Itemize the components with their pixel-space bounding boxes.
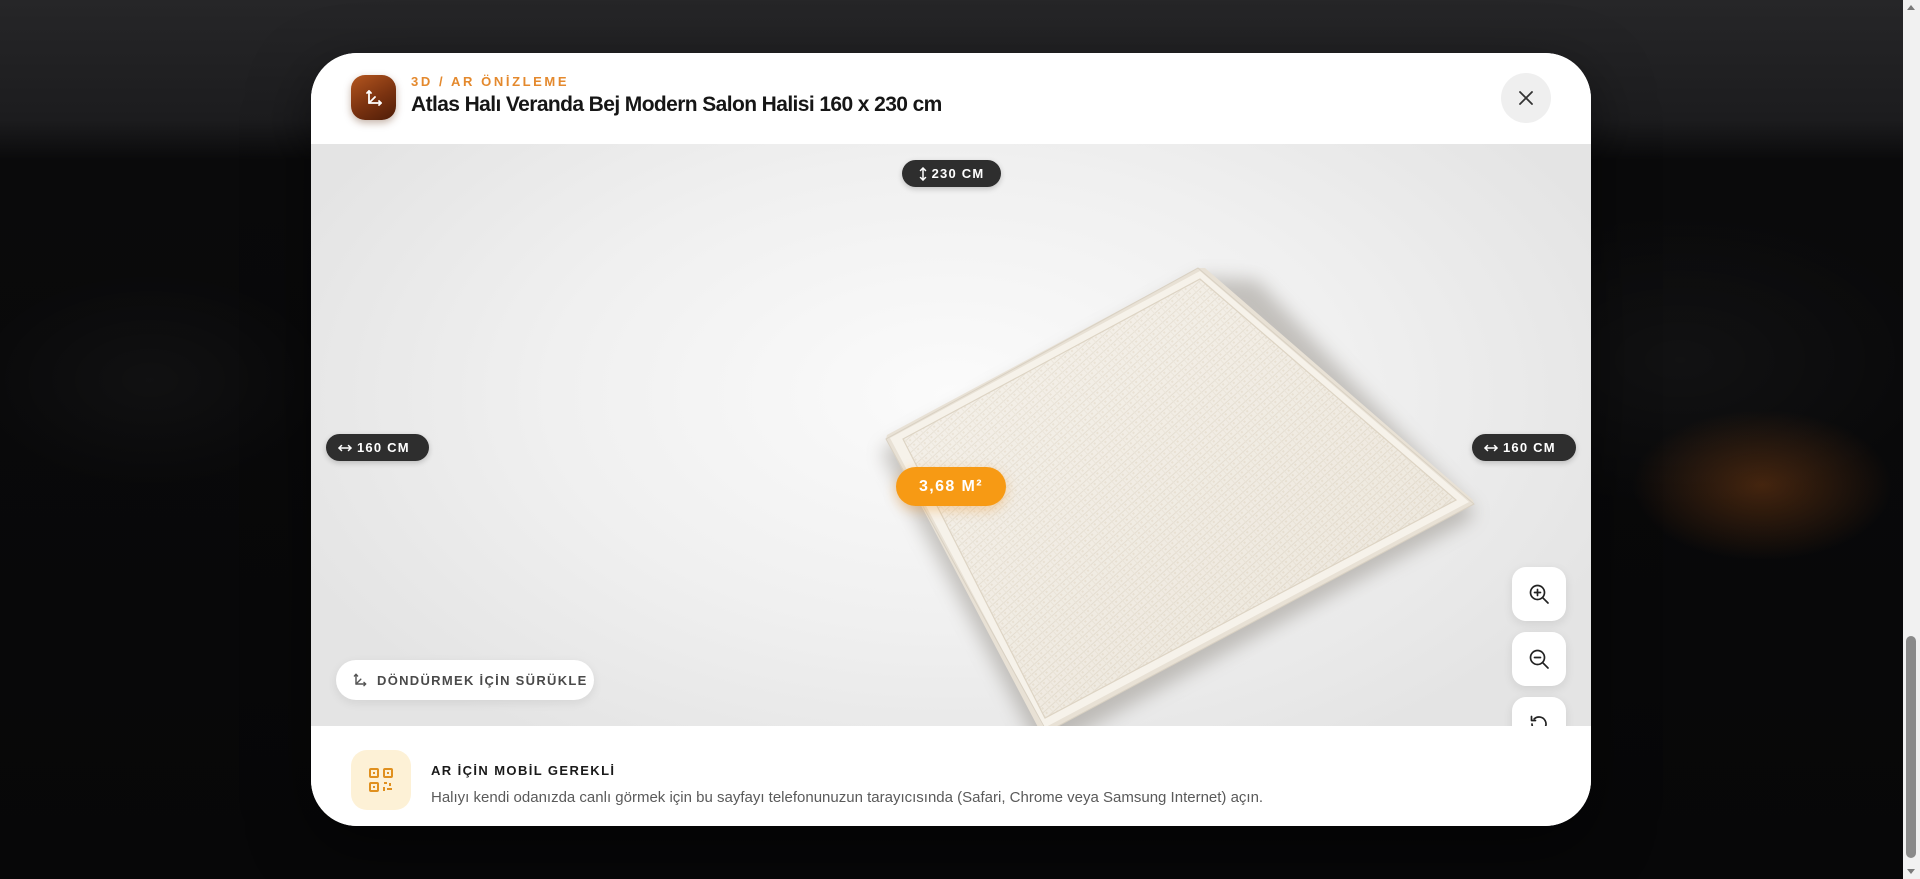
width-value-right: 160 CM xyxy=(1503,440,1556,455)
scroll-thumb[interactable] xyxy=(1906,636,1916,858)
modal-header: 3D / AR ÖNİZLEME Atlas Halı Veranda Bej … xyxy=(311,53,1591,144)
ar-mobile-heading: AR İÇİN MOBİL GEREKLİ xyxy=(431,763,616,778)
rotate-axes-icon xyxy=(351,75,396,120)
reset-rotation-icon xyxy=(1530,715,1547,726)
ar-mobile-notice: AR İÇİN MOBİL GEREKLİ Halıyı kendi odanı… xyxy=(311,726,1591,826)
page-scrollbar[interactable] xyxy=(1903,0,1920,879)
scroll-down-arrow[interactable] xyxy=(1907,869,1915,874)
width-value-left: 160 CM xyxy=(357,440,410,455)
ar-preview-modal: 3D / AR ÖNİZLEME Atlas Halı Veranda Bej … xyxy=(311,53,1591,826)
modal-eyebrow: 3D / AR ÖNİZLEME xyxy=(411,74,570,89)
drag-hint-label: DÖNDÜRMEK İÇİN SÜRÜKLE xyxy=(377,672,588,688)
length-dimension-label: 230 CM xyxy=(902,160,1001,187)
area-badge: 3,68 M² xyxy=(896,467,1006,506)
ar-mobile-description: Halıyı kendi odanızda canlı görmek için … xyxy=(431,789,1264,806)
horizontal-arrow-icon xyxy=(338,444,352,451)
product-title: Atlas Halı Veranda Bej Modern Salon Hali… xyxy=(411,93,942,116)
reset-view-button[interactable] xyxy=(1512,697,1566,726)
scroll-up-arrow[interactable] xyxy=(1907,5,1915,10)
zoom-in-button[interactable] xyxy=(1512,567,1566,621)
rotate-axes-icon xyxy=(353,673,367,687)
zoom-in-icon xyxy=(1529,584,1549,604)
close-icon xyxy=(1519,91,1533,105)
zoom-out-button[interactable] xyxy=(1512,632,1566,686)
length-value: 230 CM xyxy=(931,166,985,181)
width-dimension-label-left: 160 CM xyxy=(326,434,429,461)
rug-3d-model[interactable] xyxy=(311,144,1591,726)
zoom-out-icon xyxy=(1529,649,1549,669)
vertical-arrow-icon xyxy=(919,166,926,181)
width-dimension-label-right: 160 CM xyxy=(1472,434,1576,461)
drag-to-rotate-hint: DÖNDÜRMEK İÇİN SÜRÜKLE xyxy=(336,660,594,700)
3d-viewer-canvas[interactable]: 230 CM 160 CM 160 CM 3,68 M² DÖNDÜRMEK İ… xyxy=(311,144,1591,726)
horizontal-arrow-icon xyxy=(1484,444,1498,451)
qr-code-icon xyxy=(351,750,411,810)
close-button[interactable] xyxy=(1501,73,1551,123)
